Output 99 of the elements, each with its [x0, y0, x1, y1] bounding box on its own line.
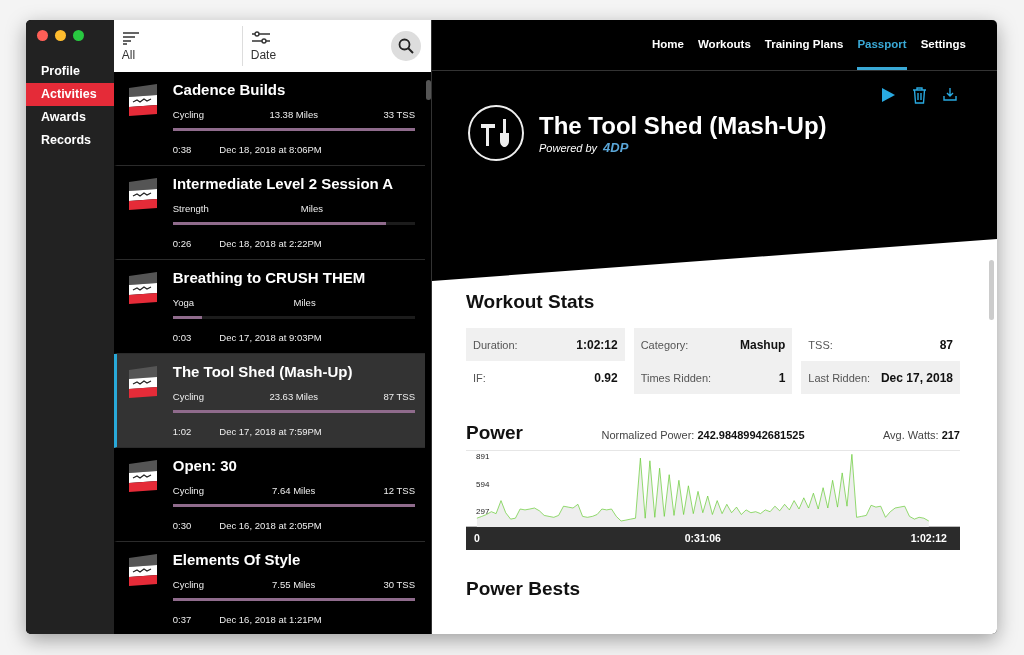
y-axis-label: 891 [476, 453, 490, 462]
stat-label: Times Ridden: [640, 371, 712, 384]
activity-duration: 0:30 [172, 520, 192, 531]
normalized-power-value: 242.98489942681525 [697, 429, 805, 441]
window-control[interactable] [37, 30, 48, 41]
activity-type: Cycling [172, 579, 204, 590]
activity-duration: 0:37 [172, 614, 192, 625]
x-axis-label: 0:31:06 [684, 532, 721, 544]
sort-button[interactable]: Date [250, 30, 277, 62]
stat-value: 1 [778, 370, 786, 385]
stat-label: Category: [640, 338, 689, 351]
activity-tss: 12 TSS [383, 485, 415, 496]
stat-label: Duration: [473, 338, 518, 351]
activity-title: Elements Of Style [172, 551, 302, 568]
activity-type: Cycling [172, 391, 204, 402]
section-title: Power Bests [466, 578, 582, 600]
sidebar-item[interactable]: Profile [26, 60, 114, 83]
activity-title: Cadence Builds [172, 81, 287, 98]
scrollbar[interactable] [426, 80, 431, 100]
activity-duration: 0:38 [172, 144, 192, 155]
nav-tab[interactable]: Workouts [697, 20, 751, 70]
nav-tab[interactable]: Settings [920, 20, 966, 70]
workout-thumbnail-icon [126, 553, 159, 587]
activity-title: Open: 30 [172, 457, 238, 474]
nav-tab[interactable]: Training Plans [764, 20, 844, 70]
x-axis-label: 1:02:12 [910, 532, 947, 544]
workout-thumbnail-icon [126, 177, 159, 211]
window-control[interactable] [73, 30, 84, 41]
stat-value: Mashup [740, 337, 786, 352]
activity-distance: 7.64 Miles [272, 485, 316, 496]
search-button[interactable] [391, 31, 421, 61]
activity-type: Cycling [172, 485, 204, 496]
download-button[interactable] [943, 87, 957, 104]
powered-by-label: Powered by [539, 141, 598, 154]
avg-watts-value: 217 [941, 429, 960, 441]
activity-tss: 33 TSS [383, 109, 415, 120]
section-title: Power [466, 422, 524, 444]
window-control[interactable] [55, 30, 66, 41]
activity-date: Dec 16, 2018 at 1:21PM [219, 614, 322, 625]
workout-thumbnail-icon [126, 365, 159, 399]
activity-row[interactable]: Cadence Builds Cycling 13.38 Miles 33 TSS 0:38 Dec 18, 2018 at 8:06PM [113, 72, 425, 166]
activity-row[interactable]: Elements Of Style Cycling 7.55 Miles 30 TSS 0:37 Dec 16, 2018 at 1:21PM [113, 542, 425, 634]
scrollbar[interactable] [989, 260, 994, 320]
activity-date: Dec 16, 2018 at 2:05PM [219, 520, 322, 531]
stat-value: 0.92 [594, 370, 618, 385]
workout-thumbnail-icon [126, 271, 159, 305]
activity-type: Strength [172, 203, 209, 214]
activity-title: Intermediate Level 2 Session A [172, 175, 395, 192]
activity-row[interactable]: Intermediate Level 2 Session A Strength Miles 0:26 Dec 18, 2018 at 2:22PM [113, 166, 425, 260]
stat-label: IF: [473, 371, 486, 384]
stat-label: TSS: [808, 338, 833, 351]
activity-row[interactable]: Open: 30 Cycling 7.64 Miles 12 TSS 0:30 Dec 16, 2018 at 2:05PM [113, 448, 425, 542]
activity-duration: 1:02 [172, 426, 192, 437]
stat-value: 1:02:12 [576, 337, 618, 352]
tools-logo-icon [467, 104, 525, 162]
activity-title: Breathing to CRUSH THEM [172, 269, 367, 286]
y-axis-label: 594 [476, 480, 490, 489]
delete-button[interactable] [912, 87, 927, 104]
filter-button[interactable]: All [121, 30, 140, 62]
play-button[interactable] [880, 87, 896, 104]
workout-thumbnail-icon [126, 459, 159, 493]
avg-watts-label: Avg. Watts: [882, 429, 939, 441]
activity-duration: 0:03 [172, 332, 192, 343]
stat-label: Last Ridden: [808, 371, 871, 384]
activity-date: Dec 17, 2018 at 7:59PM [219, 426, 322, 437]
activity-date: Dec 18, 2018 at 2:22PM [219, 238, 322, 249]
search-icon [398, 38, 414, 54]
activity-distance: 7.55 Miles [272, 579, 316, 590]
x-axis-label: 0 [473, 532, 480, 544]
sliders-icon [250, 30, 271, 45]
stat-value: 87 [939, 337, 953, 352]
activity-type: Cycling [172, 109, 204, 120]
activity-duration: 0:26 [172, 238, 192, 249]
play-icon [880, 87, 896, 103]
y-axis-label: 297 [476, 508, 490, 516]
activity-title: The Tool Shed (Mash-Up) [172, 363, 354, 380]
activity-distance: Miles [300, 203, 323, 214]
lines-icon [121, 30, 140, 45]
normalized-power-label: Normalized Power: [601, 429, 695, 441]
activity-type: Yoga [172, 297, 195, 308]
sidebar-item[interactable]: Activities [26, 83, 114, 106]
brand-logo: 4DP [603, 139, 629, 155]
trash-icon [912, 87, 927, 104]
download-icon [943, 87, 957, 101]
section-title: Workout Stats [466, 291, 596, 313]
nav-tab[interactable]: Home [652, 20, 684, 70]
activity-distance: Miles [293, 297, 316, 308]
stat-value: Dec 17, 2018 [880, 370, 953, 385]
activity-date: Dec 18, 2018 at 8:06PM [219, 144, 322, 155]
activity-tss: 87 TSS [383, 391, 415, 402]
activity-distance: 13.38 Miles [269, 109, 318, 120]
activity-tss: 30 TSS [383, 579, 415, 590]
workout-thumbnail-icon [126, 83, 159, 117]
activity-distance: 23.63 Miles [269, 391, 318, 402]
workout-title: The Tool Shed (Mash-Up) [539, 111, 827, 140]
sidebar-item[interactable]: Awards [26, 106, 114, 129]
sidebar-item[interactable]: Records [26, 129, 114, 152]
activity-date: Dec 17, 2018 at 9:03PM [219, 332, 322, 343]
activity-row[interactable]: The Tool Shed (Mash-Up) Cycling 23.63 Miles 87 TSS 1:02 Dec 17, 2018 at 7:59PM [113, 354, 425, 448]
